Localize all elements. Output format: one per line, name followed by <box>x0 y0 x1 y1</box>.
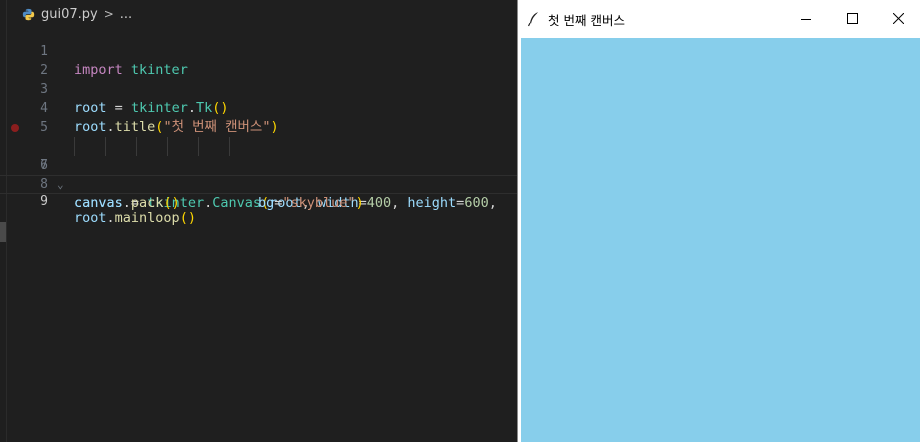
function-name: Canvas <box>212 195 262 211</box>
code-line-current[interactable]: 9 root.mainloop() <box>0 175 520 226</box>
breadcrumb: gui07.py > ... <box>22 5 132 23</box>
breadcrumb-symbol[interactable]: ... <box>120 7 132 22</box>
line-number: 9 <box>40 194 48 209</box>
code-line[interactable]: 8 canvas.pack() <box>0 156 520 211</box>
window-title: 첫 번째 캔버스 <box>548 13 625 28</box>
code-line[interactable]: 2 <box>0 42 520 78</box>
feather-icon <box>527 11 539 27</box>
code-line[interactable]: 1 import tkinter <box>0 23 520 78</box>
breakpoint-icon[interactable] <box>11 124 19 132</box>
minimize-icon <box>801 18 811 20</box>
breadcrumb-file[interactable]: gui07.py <box>41 7 98 22</box>
minimize-button[interactable] <box>783 0 829 37</box>
breadcrumb-separator: > <box>103 7 114 21</box>
code-lines[interactable]: 1 import tkinter 2 3 root = tkinter.Tk()… <box>0 23 520 226</box>
indent-guides <box>74 137 230 156</box>
skyblue-canvas[interactable] <box>521 38 920 442</box>
function-name: mainloop <box>114 210 180 226</box>
code-line[interactable]: 6 ⌄ canvas = tkinter.Canvas(root, width=… <box>0 118 520 211</box>
maximize-button[interactable] <box>829 0 875 37</box>
code-line[interactable]: 7 bg="skyblue") <box>0 137 520 211</box>
number-literal: 600 <box>464 195 489 211</box>
code-line[interactable]: 3 root = tkinter.Tk() <box>0 61 520 116</box>
maximize-icon <box>846 13 858 24</box>
code-editor[interactable]: gui07.py > ... 1 import tkinter 2 3 root… <box>0 0 520 442</box>
string-literal: "skyblue" <box>282 195 356 211</box>
function-name: pack <box>130 195 164 211</box>
code-line[interactable]: 5 <box>0 99 520 135</box>
tk-window[interactable]: 첫 번째 캔버스 <box>517 0 920 442</box>
python-file-icon <box>22 8 35 20</box>
close-icon <box>892 13 904 24</box>
window-titlebar[interactable]: 첫 번째 캔버스 <box>518 0 920 37</box>
close-button[interactable] <box>875 0 920 37</box>
number-literal: 400 <box>366 195 392 211</box>
code-line[interactable]: 4 root.title("첫 번째 캔버스") <box>0 80 520 135</box>
